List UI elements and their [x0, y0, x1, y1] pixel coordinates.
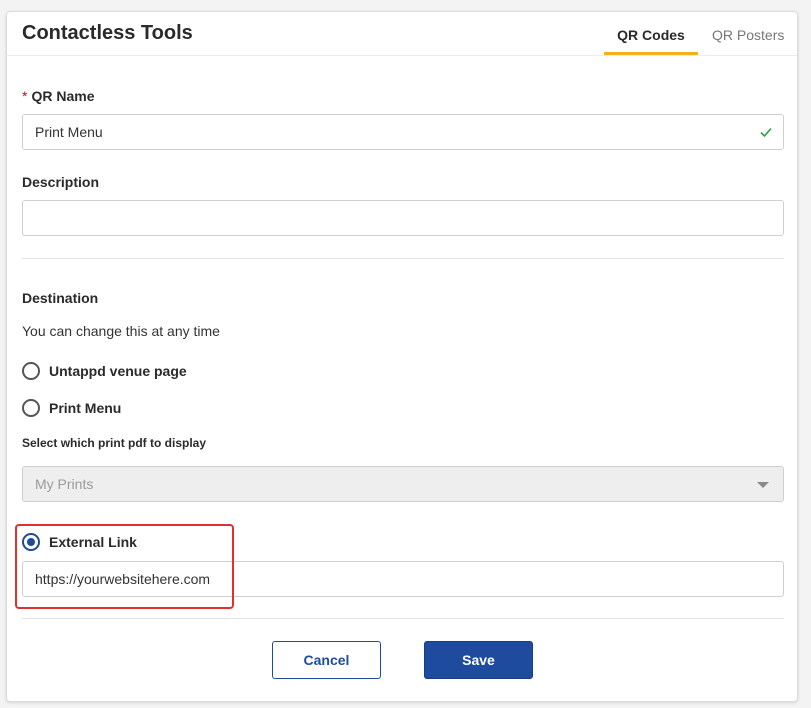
qr-name-label: * QR Name [22, 88, 94, 104]
active-tab-indicator [604, 52, 698, 55]
radio-button[interactable] [22, 362, 40, 380]
radio-untappd-venue-page[interactable]: Untappd venue page [22, 361, 187, 381]
print-pdf-select[interactable]: My Prints [22, 466, 784, 502]
radio-label: Untappd venue page [49, 363, 187, 379]
description-label: Description [22, 174, 100, 190]
description-input[interactable] [22, 200, 784, 236]
radio-button[interactable] [22, 399, 40, 417]
section-divider [22, 258, 784, 259]
save-button[interactable]: Save [424, 641, 533, 679]
qr-name-label-text: QR Name [31, 88, 95, 104]
check-icon [760, 127, 772, 138]
footer-divider [22, 618, 784, 619]
panel-header: Contactless Tools QR Codes QR Posters [7, 12, 797, 56]
qr-name-input[interactable]: Print Menu [22, 114, 784, 150]
contactless-tools-panel: Contactless Tools QR Codes QR Posters * Q… [6, 11, 798, 702]
tab-qr-posters[interactable]: QR Posters [712, 27, 784, 56]
print-pdf-selected-value: My Prints [35, 476, 94, 492]
chevron-down-icon [757, 482, 769, 488]
destination-hint: You can change this at any time [22, 323, 220, 339]
required-marker: * [22, 88, 28, 104]
cancel-button[interactable]: Cancel [272, 641, 381, 679]
radio-label: Print Menu [49, 400, 122, 416]
destination-label: Destination [22, 290, 99, 306]
radio-print-menu[interactable]: Print Menu [22, 398, 121, 418]
highlight-box [15, 524, 234, 609]
qr-name-value: Print Menu [35, 124, 103, 140]
page-title: Contactless Tools [22, 22, 193, 44]
print-pdf-label: Select which print pdf to display [22, 436, 207, 450]
